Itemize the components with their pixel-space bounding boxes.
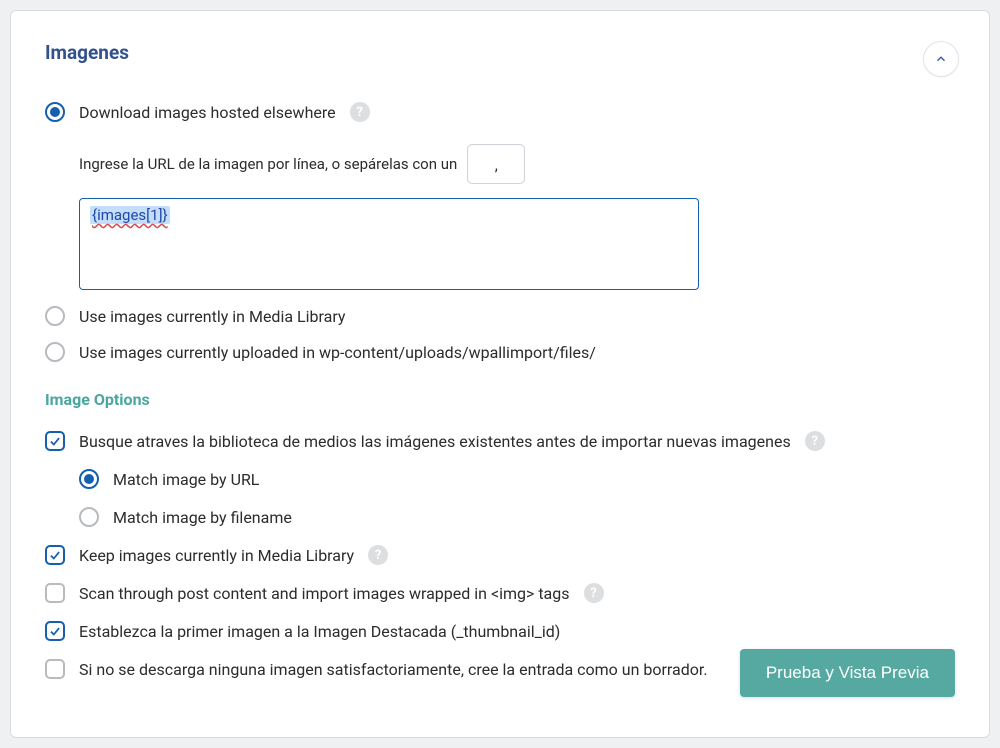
radio-uploads[interactable]: [45, 342, 65, 362]
radio-row-download: Download images hosted elsewhere ?: [45, 102, 955, 122]
checkbox-keep[interactable]: [45, 545, 65, 565]
radio-download-label: Download images hosted elsewhere: [79, 103, 336, 122]
help-icon[interactable]: ?: [368, 545, 388, 565]
help-icon[interactable]: ?: [805, 431, 825, 451]
radio-match-filename-label: Match image by filename: [113, 508, 292, 527]
checkbox-featured-label: Establezca la primer imagen a la Imagen …: [79, 622, 560, 641]
url-instruction-text: Ingrese la URL de la imagen por línea, o…: [79, 155, 457, 173]
radio-match-filename[interactable]: [79, 507, 99, 527]
radio-media-library-label: Use images currently in Media Library: [79, 307, 345, 326]
checkbox-featured[interactable]: [45, 621, 65, 641]
textarea-token: {images[1]}: [90, 206, 170, 224]
radio-media-library[interactable]: [45, 306, 65, 326]
panel-title: Imagenes: [45, 41, 955, 64]
radio-row-medialib: Use images currently in Media Library: [45, 306, 955, 326]
preview-button[interactable]: Prueba y Vista Previa: [740, 649, 955, 697]
textarea-wrap: {images[1]}: [45, 198, 955, 290]
checkbox-search-existing[interactable]: [45, 431, 65, 451]
radio-row-match-filename: Match image by filename: [45, 507, 955, 527]
checkbox-scan-label: Scan through post content and import ima…: [79, 584, 570, 603]
help-icon[interactable]: ?: [350, 102, 370, 122]
collapse-button[interactable]: [923, 41, 959, 77]
radio-uploads-label: Use images currently uploaded in wp-cont…: [79, 343, 596, 362]
radio-row-uploads: Use images currently uploaded in wp-cont…: [45, 342, 955, 362]
images-url-textarea[interactable]: {images[1]}: [79, 198, 699, 290]
checkbox-search-existing-label: Busque atraves la biblioteca de medios l…: [79, 432, 791, 451]
opt-row-featured: Establezca la primer imagen a la Imagen …: [45, 621, 955, 641]
radio-download[interactable]: [45, 102, 65, 122]
opt-row-scan: Scan through post content and import ima…: [45, 583, 955, 603]
options-block: Busque atraves la biblioteca de medios l…: [45, 431, 955, 679]
chevron-up-icon: [934, 52, 948, 66]
opt-row-search-existing: Busque atraves la biblioteca de medios l…: [45, 431, 955, 451]
radio-row-match-url: Match image by URL: [45, 469, 955, 489]
separator-input[interactable]: ,: [467, 144, 525, 184]
checkbox-draft-label: Si no se descarga ninguna imagen satisfa…: [79, 660, 708, 679]
help-icon[interactable]: ?: [584, 583, 604, 603]
image-options-heading: Image Options: [45, 390, 955, 409]
checkbox-draft[interactable]: [45, 659, 65, 679]
radio-match-url[interactable]: [79, 469, 99, 489]
images-panel: Imagenes Download images hosted elsewher…: [10, 10, 990, 738]
url-instruction-row: Ingrese la URL de la imagen por línea, o…: [45, 144, 955, 184]
checkbox-scan[interactable]: [45, 583, 65, 603]
opt-row-keep: Keep images currently in Media Library ?: [45, 545, 955, 565]
radio-match-url-label: Match image by URL: [113, 470, 259, 489]
checkbox-keep-label: Keep images currently in Media Library: [79, 546, 354, 565]
